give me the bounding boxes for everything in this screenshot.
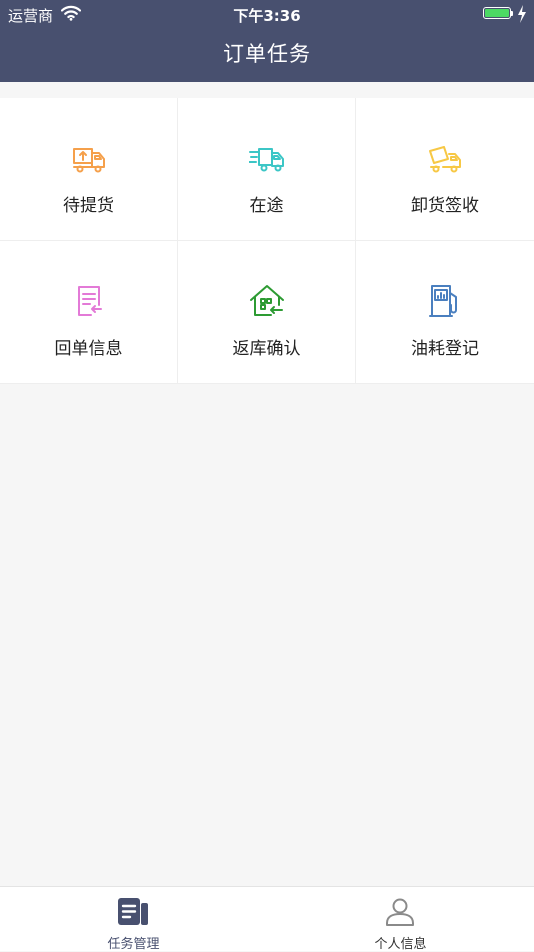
task-in-transit[interactable]: 在途 xyxy=(178,98,356,241)
task-label: 油耗登记 xyxy=(411,339,479,359)
task-list-icon xyxy=(118,898,148,925)
fuel-pump-icon xyxy=(429,285,457,317)
status-time: 下午3:36 xyxy=(233,7,301,25)
person-icon xyxy=(386,898,414,926)
bottom-tab-bar: 任务管理 个人信息 xyxy=(0,886,534,952)
task-pending-pickup[interactable]: 待提货 xyxy=(0,98,178,241)
task-label: 卸货签收 xyxy=(411,196,479,216)
task-fuel-registration[interactable]: 油耗登记 xyxy=(356,241,534,384)
truck-moving-icon xyxy=(249,148,284,172)
page-title: 订单任务 xyxy=(223,42,311,66)
task-label: 在途 xyxy=(249,196,284,216)
task-label: 待提货 xyxy=(63,196,114,216)
task-label: 返库确认 xyxy=(232,339,301,359)
status-bar: 运营商 下午3:36 xyxy=(0,0,534,28)
truck-dump-icon xyxy=(429,146,461,173)
house-return-icon xyxy=(250,285,284,316)
battery-icon xyxy=(483,7,511,19)
task-return-warehouse[interactable]: 返库确认 xyxy=(178,241,356,384)
tab-label: 个人信息 xyxy=(374,937,427,952)
task-unload-signoff[interactable]: 卸货签收 xyxy=(356,98,534,241)
task-label: 回单信息 xyxy=(54,339,123,359)
task-receipt-info[interactable]: 回单信息 xyxy=(0,241,178,384)
battery-cap xyxy=(511,11,513,16)
tab-personal-info[interactable]: 个人信息 xyxy=(267,887,534,952)
truck-loading-icon xyxy=(73,148,105,173)
app-header: 运营商 下午3:36 订单任务 xyxy=(0,0,534,82)
task-grid: 待提货 在途 卸货签收 回单信息 返库确认 油耗登记 xyxy=(0,98,534,384)
charging-bolt-icon xyxy=(518,5,526,23)
tab-task-management[interactable]: 任务管理 xyxy=(0,887,267,952)
receipt-icon xyxy=(78,286,102,316)
tab-label: 任务管理 xyxy=(107,937,160,952)
